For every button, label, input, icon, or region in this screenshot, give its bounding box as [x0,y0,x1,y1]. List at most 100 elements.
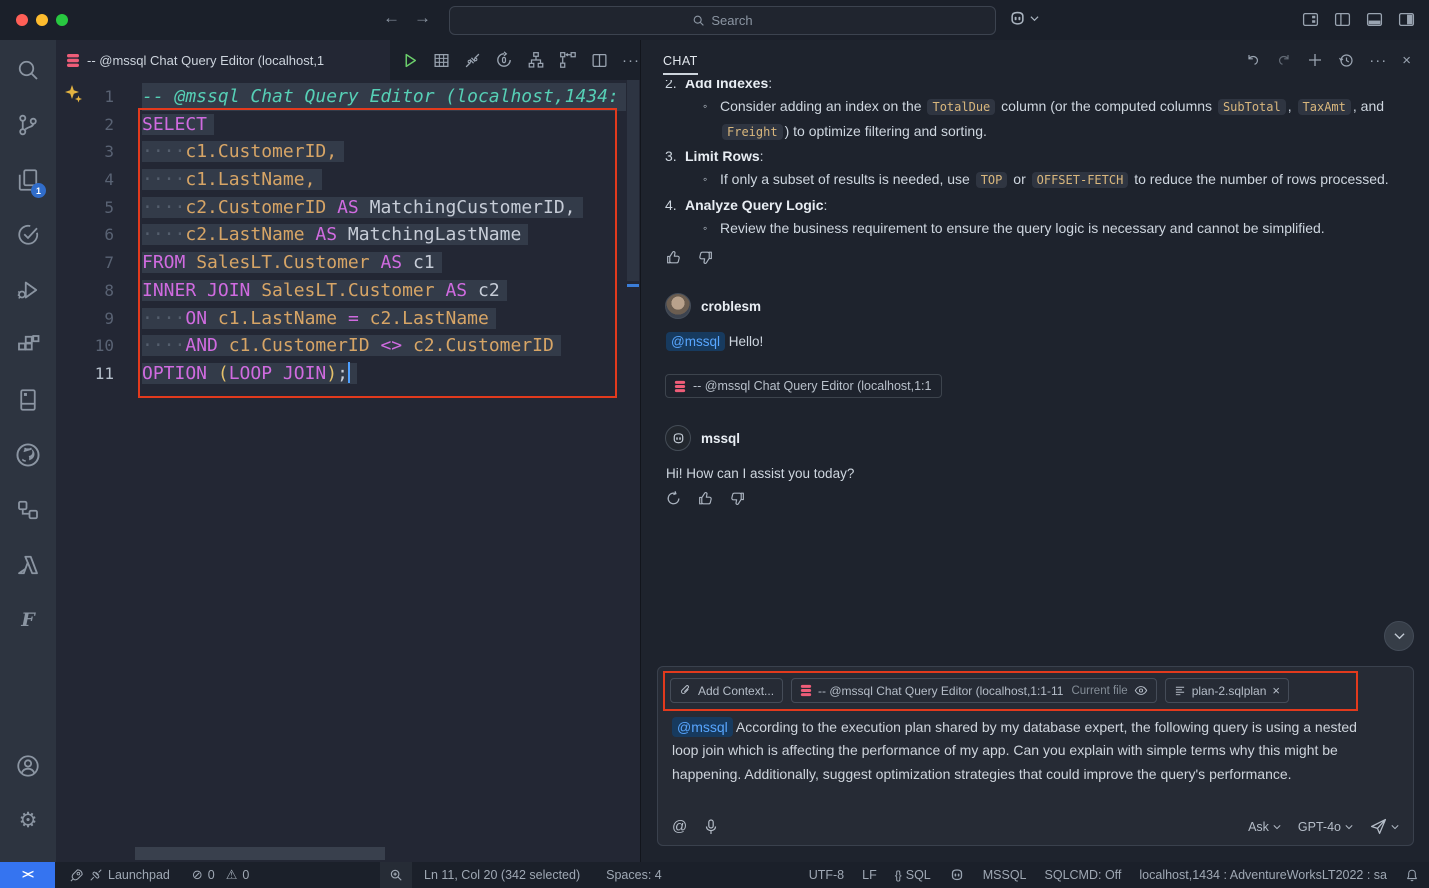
cursor-position[interactable]: Ln 11, Col 20 (342 selected) [424,868,580,882]
thumbs-down-icon[interactable] [697,249,714,266]
connection-status[interactable]: localhost,1434 : AdventureWorksLT2022 : … [1139,868,1387,882]
sidebar-item-copy-files[interactable]: 1 [0,152,56,207]
bell-icon[interactable] [1405,868,1419,883]
remote-icon: >< [22,868,33,882]
attachment-title: -- @mssql Chat Query Editor (localhost,1… [693,379,931,393]
chevron-down-icon [1345,824,1353,830]
back-arrow-icon[interactable]: ← [383,8,400,28]
problems-indicator[interactable]: ⊘0 ⚠0 [192,867,249,883]
minimize-window-button[interactable] [36,14,48,26]
sidebar-item-references[interactable] [0,482,56,537]
extensions-icon [16,333,40,357]
chat-message-list[interactable]: 2.Add Indexes:◦Consider adding an index … [641,80,1429,666]
maximize-window-button[interactable] [56,14,68,26]
sub-bullet: ◦Consider adding an index on the TotalDu… [665,95,1405,144]
redo-icon[interactable] [1276,52,1292,68]
history-icon[interactable] [1338,52,1354,68]
launchpad-button[interactable]: Launchpad [69,868,170,883]
new-chat-icon[interactable] [1307,52,1323,68]
copilot-icon [671,431,686,446]
chevron-down-icon [1030,15,1039,22]
sub-bullet: ◦Review the business requirement to ensu… [665,217,1405,241]
line-number: 1 [56,83,114,111]
editor-tab-bar: -- @mssql Chat Query Editor (localhost,1… [56,40,640,80]
database-icon [66,53,80,68]
eol[interactable]: LF [862,868,877,882]
sidebar-item-query-history[interactable] [0,207,56,262]
sidebar-item-source-control[interactable] [0,97,56,152]
toggle-primary-sidebar-icon[interactable] [1334,11,1351,28]
toggle-panel-icon[interactable] [1366,11,1383,28]
send-button[interactable] [1370,818,1399,835]
at-mention-button[interactable]: @ [672,818,687,835]
search-icon [16,58,40,82]
language-mode[interactable]: {}SQL [895,868,931,882]
mode-label: Ask [1248,820,1269,834]
tab-chat[interactable]: CHAT [663,54,698,75]
customize-layout-icon[interactable] [1302,11,1319,28]
sidebar-item-github[interactable] [0,427,56,482]
sidebar-item-search[interactable] [0,42,56,97]
chevron-down-icon [1391,824,1399,830]
more-actions-button[interactable]: ··· [622,52,640,69]
user-message: @mssql Hello! [666,334,1405,349]
tab-title: -- @mssql Chat Query Editor (localhost,1 [87,53,380,68]
copilot-status-icon[interactable] [949,867,965,883]
rocket-icon [69,868,84,883]
sidebar-item-extensions[interactable] [0,317,56,372]
search-input[interactable]: Search [449,6,996,35]
mode-selector[interactable]: Ask [1248,820,1281,834]
message-attachment-chip[interactable]: -- @mssql Chat Query Editor (localhost,1… [665,374,942,398]
accounts-button[interactable] [0,738,56,793]
thumbs-up-icon[interactable] [665,249,682,266]
run-query-button[interactable] [402,52,419,69]
actual-plan-icon[interactable] [559,51,577,69]
more-actions-button[interactable]: ··· [1369,52,1387,69]
model-selector[interactable]: GPT-4o [1298,820,1353,834]
estimated-plan-icon[interactable] [527,51,545,69]
settings-button[interactable]: ⚙ [0,793,56,848]
refresh-connection-icon[interactable] [495,51,513,69]
indentation[interactable]: Spaces: 4 [606,868,662,882]
close-icon[interactable]: × [1402,53,1411,68]
editor-horizontal-scrollbar[interactable] [135,847,385,860]
copilot-menu-button[interactable] [1008,9,1039,28]
annotation-box-code [138,108,617,398]
code-line[interactable]: 1-- @mssql Chat Query Editor (localhost,… [56,83,626,111]
sidebar-item-azure[interactable] [0,537,56,592]
thumbs-down-icon[interactable] [729,490,746,507]
copilot-icon [1008,9,1027,28]
chevron-down-icon [1394,632,1405,640]
sidebar-item-fabric[interactable]: F [0,592,56,647]
forward-arrow-icon[interactable]: → [414,8,431,28]
sqlcmd-status[interactable]: SQLCMD: Off [1045,868,1122,882]
editor-vertical-scrollbar[interactable] [626,80,640,862]
sub-bullet: ◦If only a subset of results is needed, … [665,168,1405,193]
zoom-indicator[interactable] [380,862,412,888]
close-window-button[interactable] [16,14,28,26]
sidebar-item-run-debug[interactable] [0,262,56,317]
code-editor[interactable]: 1-- @mssql Chat Query Editor (localhost,… [56,80,640,862]
files-badge: 1 [31,183,46,198]
microphone-icon[interactable] [704,819,718,835]
error-count: 0 [208,868,215,882]
disconnect-icon[interactable] [464,52,481,69]
chat-input-container[interactable]: Add Context... -- @mssql Chat Query Edit… [657,666,1414,846]
toggle-secondary-sidebar-icon[interactable] [1398,11,1415,28]
retry-icon[interactable] [665,490,682,507]
undo-icon[interactable] [1245,52,1261,68]
remote-indicator[interactable]: >< [0,862,55,888]
thumbs-up-icon[interactable] [697,490,714,507]
mssql-status[interactable]: MSSQL [983,868,1027,882]
line-number: 5 [56,194,114,222]
results-grid-icon[interactable] [433,52,450,69]
sidebar-item-sql-server[interactable] [0,372,56,427]
split-editor-icon[interactable] [591,52,608,69]
chevron-down-icon [1273,824,1281,830]
gear-icon: ⚙ [19,810,38,831]
chat-input-text[interactable]: @mssql According to the execution plan s… [672,716,1372,786]
references-icon [16,498,40,522]
editor-tab[interactable]: -- @mssql Chat Query Editor (localhost,1 [56,40,390,80]
scroll-to-bottom-button[interactable] [1384,621,1414,651]
encoding[interactable]: UTF-8 [809,868,844,882]
